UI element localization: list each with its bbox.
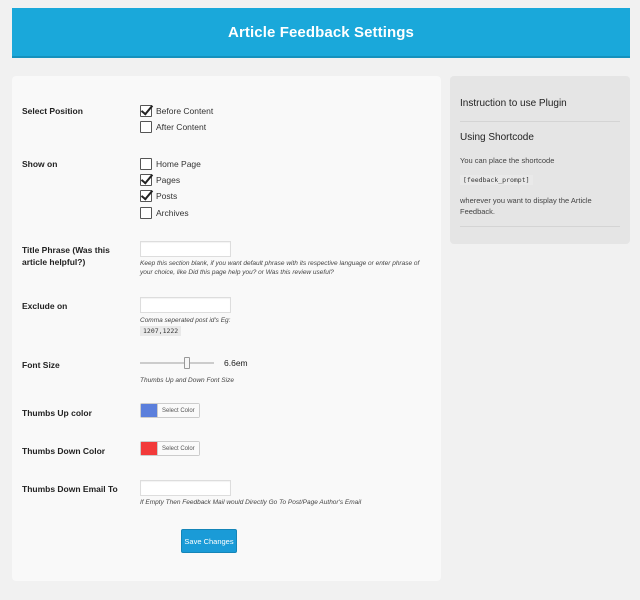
font-size-slider-handle[interactable] — [184, 357, 190, 369]
thumbs-down-email-label: Thumbs Down Email To — [22, 484, 118, 494]
thumbs-up-color-picker[interactable]: Select Color — [140, 403, 200, 418]
font-size-hint: Thumbs Up and Down Font Size — [140, 377, 234, 384]
checkbox-home-page-box[interactable] — [140, 158, 152, 170]
page-title: Article Feedback Settings — [228, 23, 414, 41]
instructions-text-1: You can place the shortcode — [460, 156, 555, 165]
thumbs-up-color-swatch — [141, 404, 157, 417]
checkbox-after-content-box[interactable] — [140, 121, 152, 133]
thumbs-down-color-label: Thumbs Down Color — [22, 446, 106, 456]
save-changes-button[interactable]: Save Changes — [181, 529, 237, 553]
font-size-slider-track[interactable] — [140, 362, 214, 364]
thumbs-up-color-button-label: Select Color — [157, 404, 199, 417]
title-phrase-label: Title Phrase (Was this article helpful?) — [22, 245, 110, 267]
show-on-label: Show on — [22, 159, 58, 169]
checkbox-posts[interactable]: Posts — [140, 189, 177, 203]
thumbs-up-color-label: Thumbs Up color — [22, 408, 92, 418]
font-size-value: 6.6em — [224, 358, 248, 368]
instructions-divider — [460, 121, 620, 122]
checkbox-before-content[interactable]: Before Content — [140, 104, 213, 118]
settings-form: Select Position Before Content After Con… — [12, 76, 441, 581]
instructions-text-2: wherever you want to display the Article… — [460, 196, 592, 216]
instructions-title: Instruction to use Plugin — [460, 98, 567, 109]
exclude-on-hint: Comma seperated post id's Eg: — [140, 317, 231, 324]
instructions-panel: Instruction to use Plugin Using Shortcod… — [450, 76, 630, 244]
checkbox-after-content[interactable]: After Content — [140, 120, 206, 134]
checkbox-pages[interactable]: Pages — [140, 173, 180, 187]
exclude-on-label: Exclude on — [22, 301, 68, 311]
exclude-on-input[interactable] — [140, 297, 231, 313]
checkbox-posts-box[interactable] — [140, 190, 152, 202]
checkbox-posts-label: Posts — [156, 191, 178, 201]
title-phrase-hint: Keep this section blank, if you want def… — [140, 260, 420, 276]
font-size-label: Font Size — [22, 360, 60, 370]
checkbox-archives-box[interactable] — [140, 207, 152, 219]
checkbox-archives[interactable]: Archives — [140, 206, 189, 220]
instructions-divider-bottom — [460, 226, 620, 227]
exclude-on-example: 1207,1222 — [140, 326, 182, 336]
page-header: Article Feedback Settings — [12, 8, 630, 58]
thumbs-down-color-button-label: Select Color — [157, 442, 199, 455]
checkbox-pages-label: Pages — [156, 175, 181, 185]
title-phrase-input[interactable] — [140, 241, 231, 257]
thumbs-down-color-picker[interactable]: Select Color — [140, 441, 200, 456]
instructions-subtitle: Using Shortcode — [460, 132, 534, 143]
checkbox-home-page[interactable]: Home Page — [140, 157, 201, 171]
checkbox-pages-box[interactable] — [140, 174, 152, 186]
select-position-label: Select Position — [22, 106, 83, 116]
checkbox-archives-label: Archives — [156, 208, 189, 218]
thumbs-down-email-input[interactable] — [140, 480, 231, 496]
thumbs-down-email-hint: If Empty Then Feedback Mail would Direct… — [140, 499, 362, 506]
instructions-shortcode: [feedback_prompt] — [460, 175, 533, 185]
checkbox-before-content-label: Before Content — [156, 106, 214, 116]
checkbox-before-content-box[interactable] — [140, 105, 152, 117]
thumbs-down-color-swatch — [141, 442, 157, 455]
checkbox-home-page-label: Home Page — [156, 159, 201, 169]
checkbox-after-content-label: After Content — [156, 122, 207, 132]
